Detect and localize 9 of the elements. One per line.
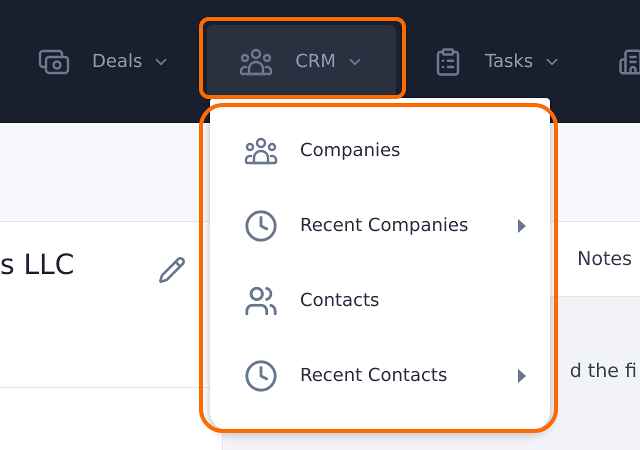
note-text: d the fi	[570, 360, 637, 382]
nav-menu-button[interactable]: Tasks	[408, 24, 586, 98]
menu-item[interactable]: Companies	[210, 113, 550, 188]
menu-item[interactable]: Recent Contacts	[210, 338, 550, 413]
menu-item[interactable]: Recent Companies	[210, 188, 550, 263]
notes-tab[interactable]: Notes	[577, 248, 632, 270]
nav-menu-button[interactable]: Deals	[14, 24, 194, 98]
record-title: s LLC	[0, 248, 74, 281]
menu-item[interactable]: Contacts	[210, 263, 550, 338]
